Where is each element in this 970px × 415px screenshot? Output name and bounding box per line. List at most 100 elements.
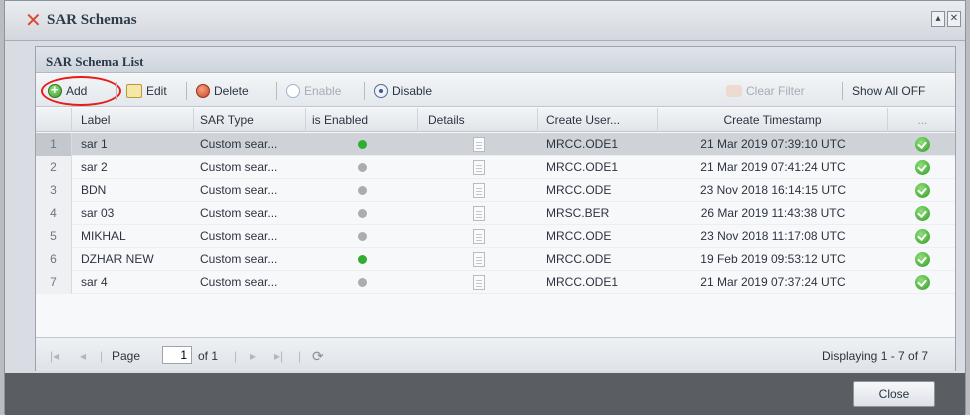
cell-sar-type: Custom sear... xyxy=(200,275,278,289)
table-row[interactable]: 7 sar 4 Custom sear... MRCC.ODE1 21 Mar 2019… xyxy=(36,271,955,294)
row-number: 3 xyxy=(36,179,72,202)
enable-label: Enable xyxy=(304,84,342,98)
clear-filter-label: Clear Filter xyxy=(746,84,805,98)
edit-icon xyxy=(126,84,142,98)
delete-button[interactable]: Delete xyxy=(196,82,249,100)
enabled-indicator-icon xyxy=(358,255,367,264)
header-rownum xyxy=(36,108,72,132)
cell-create-user: MRCC.ODE xyxy=(546,229,612,243)
row-number: 4 xyxy=(36,202,72,225)
table-row[interactable]: 4 sar 03 Custom sear... MRSC.BER 26 Mar 2019… xyxy=(36,202,955,225)
prev-page-icon[interactable]: ◂ xyxy=(80,348,86,364)
cell-create-timestamp: 21 Mar 2019 07:41:24 UTC xyxy=(700,160,846,174)
header-create-user[interactable]: Create User... xyxy=(538,108,658,132)
row-number: 1 xyxy=(36,133,72,156)
table-row[interactable]: 2 sar 2 Custom sear... MRCC.ODE1 21 Mar 2019… xyxy=(36,156,955,179)
show-all-toggle[interactable]: Show All OFF xyxy=(852,82,925,100)
add-label: Add xyxy=(66,84,88,98)
row-number: 5 xyxy=(36,225,72,248)
details-document-icon[interactable] xyxy=(473,137,485,152)
details-document-icon[interactable] xyxy=(473,183,485,198)
page-label: Page xyxy=(112,349,141,363)
cell-create-user: MRCC.ODE1 xyxy=(546,137,619,151)
cell-create-timestamp: 26 Mar 2019 11:43:38 UTC xyxy=(700,206,846,220)
footer-bar xyxy=(5,373,965,415)
pager-separator: | xyxy=(298,349,302,363)
disable-label: Disable xyxy=(392,84,433,98)
details-document-icon[interactable] xyxy=(473,229,485,244)
cell-label: sar 4 xyxy=(81,275,108,289)
cell-create-timestamp: 21 Mar 2019 07:37:24 UTC xyxy=(700,275,846,289)
page-of-label: of 1 xyxy=(198,349,219,363)
toolbar-separator xyxy=(276,82,277,100)
pager-separator: | xyxy=(234,349,238,363)
cell-create-timestamp: 23 Nov 2018 16:14:15 UTC xyxy=(699,183,847,197)
grid-header: Label SAR Type is Enabled Details Create… xyxy=(36,108,955,132)
cell-create-timestamp: 23 Nov 2018 11:17:08 UTC xyxy=(700,229,846,243)
enabled-indicator-icon xyxy=(358,209,367,218)
cell-create-user: MRCC.ODE xyxy=(546,252,612,266)
clear-filter-button[interactable]: Clear Filter xyxy=(726,82,805,100)
add-button[interactable]: Add xyxy=(48,82,87,100)
sar-schemas-window: ✕ SAR Schemas ▴ ✕ SAR Schema List Add Ed… xyxy=(4,0,966,415)
toolbar-separator xyxy=(364,82,365,100)
first-page-icon[interactable]: |◂ xyxy=(50,348,59,364)
edit-button[interactable]: Edit xyxy=(126,82,167,100)
cell-create-user: MRSC.BER xyxy=(546,206,610,220)
status-check-icon xyxy=(915,275,930,290)
status-check-icon xyxy=(915,252,930,267)
refresh-icon[interactable]: ⟳ xyxy=(312,348,324,364)
cell-create-timestamp: 19 Feb 2019 09:53:12 UTC xyxy=(700,252,846,266)
cell-create-user: MRCC.ODE xyxy=(546,183,612,197)
cell-sar-type: Custom sear... xyxy=(200,229,278,243)
page-input[interactable] xyxy=(162,346,192,364)
edit-label: Edit xyxy=(146,84,167,98)
title-bar: ✕ SAR Schemas ▴ ✕ xyxy=(5,1,965,41)
show-all-label: Show All OFF xyxy=(852,84,926,98)
cell-label: BDN xyxy=(81,183,107,197)
cell-label: sar 2 xyxy=(81,160,108,174)
details-document-icon[interactable] xyxy=(473,160,485,175)
clear-filter-icon xyxy=(726,85,742,97)
delete-label: Delete xyxy=(214,84,249,98)
disable-button[interactable]: Disable xyxy=(374,82,432,100)
details-document-icon[interactable] xyxy=(473,206,485,221)
cell-sar-type: Custom sear... xyxy=(200,160,278,174)
toolbar: Add Edit Delete Enable Disable xyxy=(36,74,955,107)
minimize-button[interactable]: ▴ xyxy=(931,11,945,27)
window-controls: ▴ ✕ xyxy=(931,11,961,27)
header-is-enabled[interactable]: is Enabled xyxy=(306,108,418,132)
header-details[interactable]: Details xyxy=(418,108,538,132)
delete-icon xyxy=(196,84,210,98)
header-label[interactable]: Label xyxy=(72,108,194,132)
table-row[interactable]: 1 sar 1 Custom sear... MRCC.ODE1 21 Mar 2019… xyxy=(36,133,955,156)
row-number: 7 xyxy=(36,271,72,294)
window-title: SAR Schemas xyxy=(47,12,137,28)
pager: |◂ ◂ | Page of 1 | ▸ ▸| | ⟳ Displaying 1… xyxy=(36,337,955,371)
cell-sar-type: Custom sear... xyxy=(200,137,278,151)
close-window-button[interactable]: ✕ xyxy=(947,11,961,27)
toolbar-separator xyxy=(116,82,117,100)
table-row[interactable]: 6 DZHAR NEW Custom sear... MRCC.ODE 19 Feb 2… xyxy=(36,248,955,271)
header-create-timestamp[interactable]: Create Timestamp xyxy=(658,108,888,132)
header-more[interactable]: ... xyxy=(888,108,957,132)
cell-sar-type: Custom sear... xyxy=(200,252,278,266)
cell-create-user: MRCC.ODE1 xyxy=(546,160,619,174)
close-button[interactable]: Close xyxy=(853,381,935,407)
schema-list-panel: SAR Schema List Add Edit Delete Enable xyxy=(35,46,956,371)
disable-icon xyxy=(374,84,388,98)
details-document-icon[interactable] xyxy=(473,252,485,267)
panel-title: SAR Schema List xyxy=(46,54,144,69)
table-row[interactable]: 3 BDN Custom sear... MRCC.ODE 23 Nov 2018 16… xyxy=(36,179,955,202)
details-document-icon[interactable] xyxy=(473,275,485,290)
status-check-icon xyxy=(915,206,930,221)
cell-label: DZHAR NEW xyxy=(81,252,154,266)
enabled-indicator-icon xyxy=(358,232,367,241)
next-page-icon[interactable]: ▸ xyxy=(250,348,256,364)
enable-button[interactable]: Enable xyxy=(286,82,341,100)
table-row[interactable]: 5 MIKHAL Custom sear... MRCC.ODE 23 Nov 2018… xyxy=(36,225,955,248)
last-page-icon[interactable]: ▸| xyxy=(274,348,283,364)
panel-header: SAR Schema List xyxy=(36,47,955,73)
header-sar-type[interactable]: SAR Type xyxy=(194,108,306,132)
displaying-status: Displaying 1 - 7 of 7 xyxy=(822,349,929,363)
